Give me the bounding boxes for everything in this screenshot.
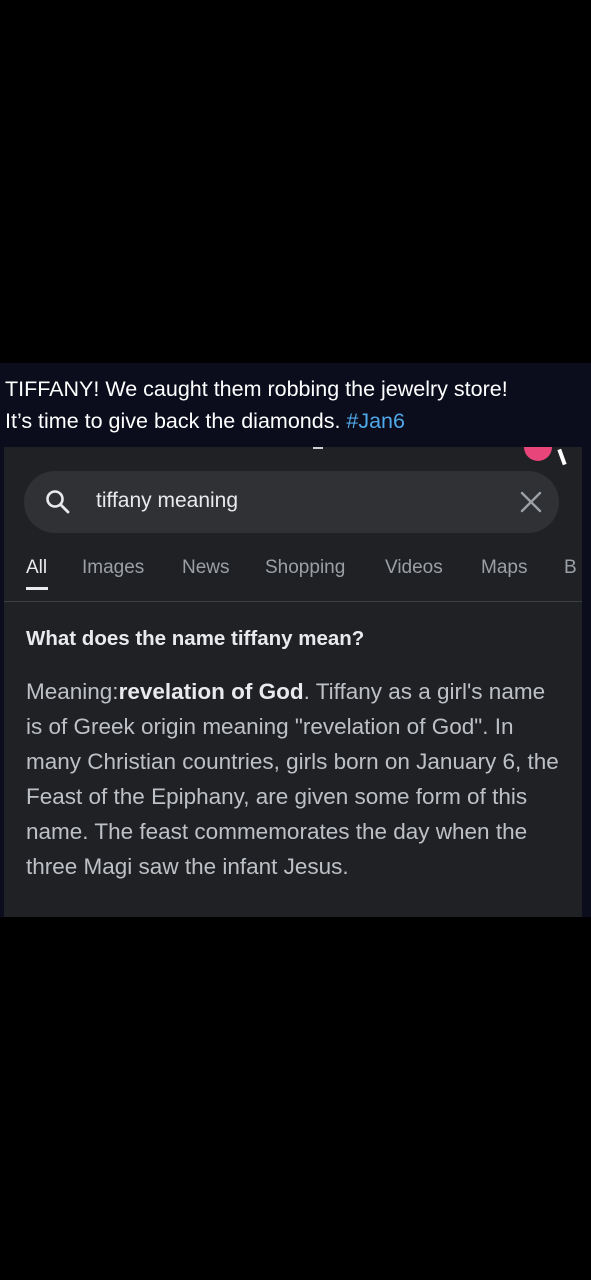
decorative-mark (313, 447, 323, 449)
result-question: What does the name tiffany mean? (26, 627, 365, 650)
avatar-dot-icon (524, 447, 552, 461)
tab-news[interactable]: News (182, 557, 230, 579)
search-icon[interactable] (44, 488, 72, 516)
cursor-icon (557, 448, 567, 466)
active-tab-indicator (26, 587, 48, 590)
caption-line-2: It’s time to give back the diamonds. (5, 409, 347, 433)
embedded-search-screenshot: tiffany meaning All Images News Shopping… (4, 447, 582, 917)
tab-images[interactable]: Images (82, 557, 144, 579)
result-answer: Meaning:revelation of God. Tiffany as a … (26, 674, 561, 884)
tab-maps[interactable]: Maps (481, 557, 527, 579)
post-caption: TIFFANY! We caught them robbing the jewe… (5, 373, 585, 437)
close-icon[interactable] (519, 490, 543, 514)
tab-truncated[interactable]: B (564, 557, 577, 579)
caption-line-1: TIFFANY! We caught them robbing the jewe… (5, 377, 508, 401)
tab-shopping[interactable]: Shopping (265, 557, 345, 579)
search-input[interactable]: tiffany meaning (96, 489, 238, 513)
meaning-highlight: revelation of God (118, 679, 304, 704)
search-bar[interactable]: tiffany meaning (24, 471, 559, 533)
hashtag-link[interactable]: #Jan6 (346, 409, 405, 433)
tab-videos[interactable]: Videos (385, 557, 443, 579)
search-tabs: All Images News Shopping Videos Maps B (4, 543, 582, 602)
tab-all[interactable]: All (26, 557, 47, 579)
answer-body: . Tiffany as a girl's name is of Greek o… (26, 679, 559, 879)
post-card: TIFFANY! We caught them robbing the jewe… (0, 363, 591, 917)
meaning-prefix: Meaning: (26, 679, 119, 704)
